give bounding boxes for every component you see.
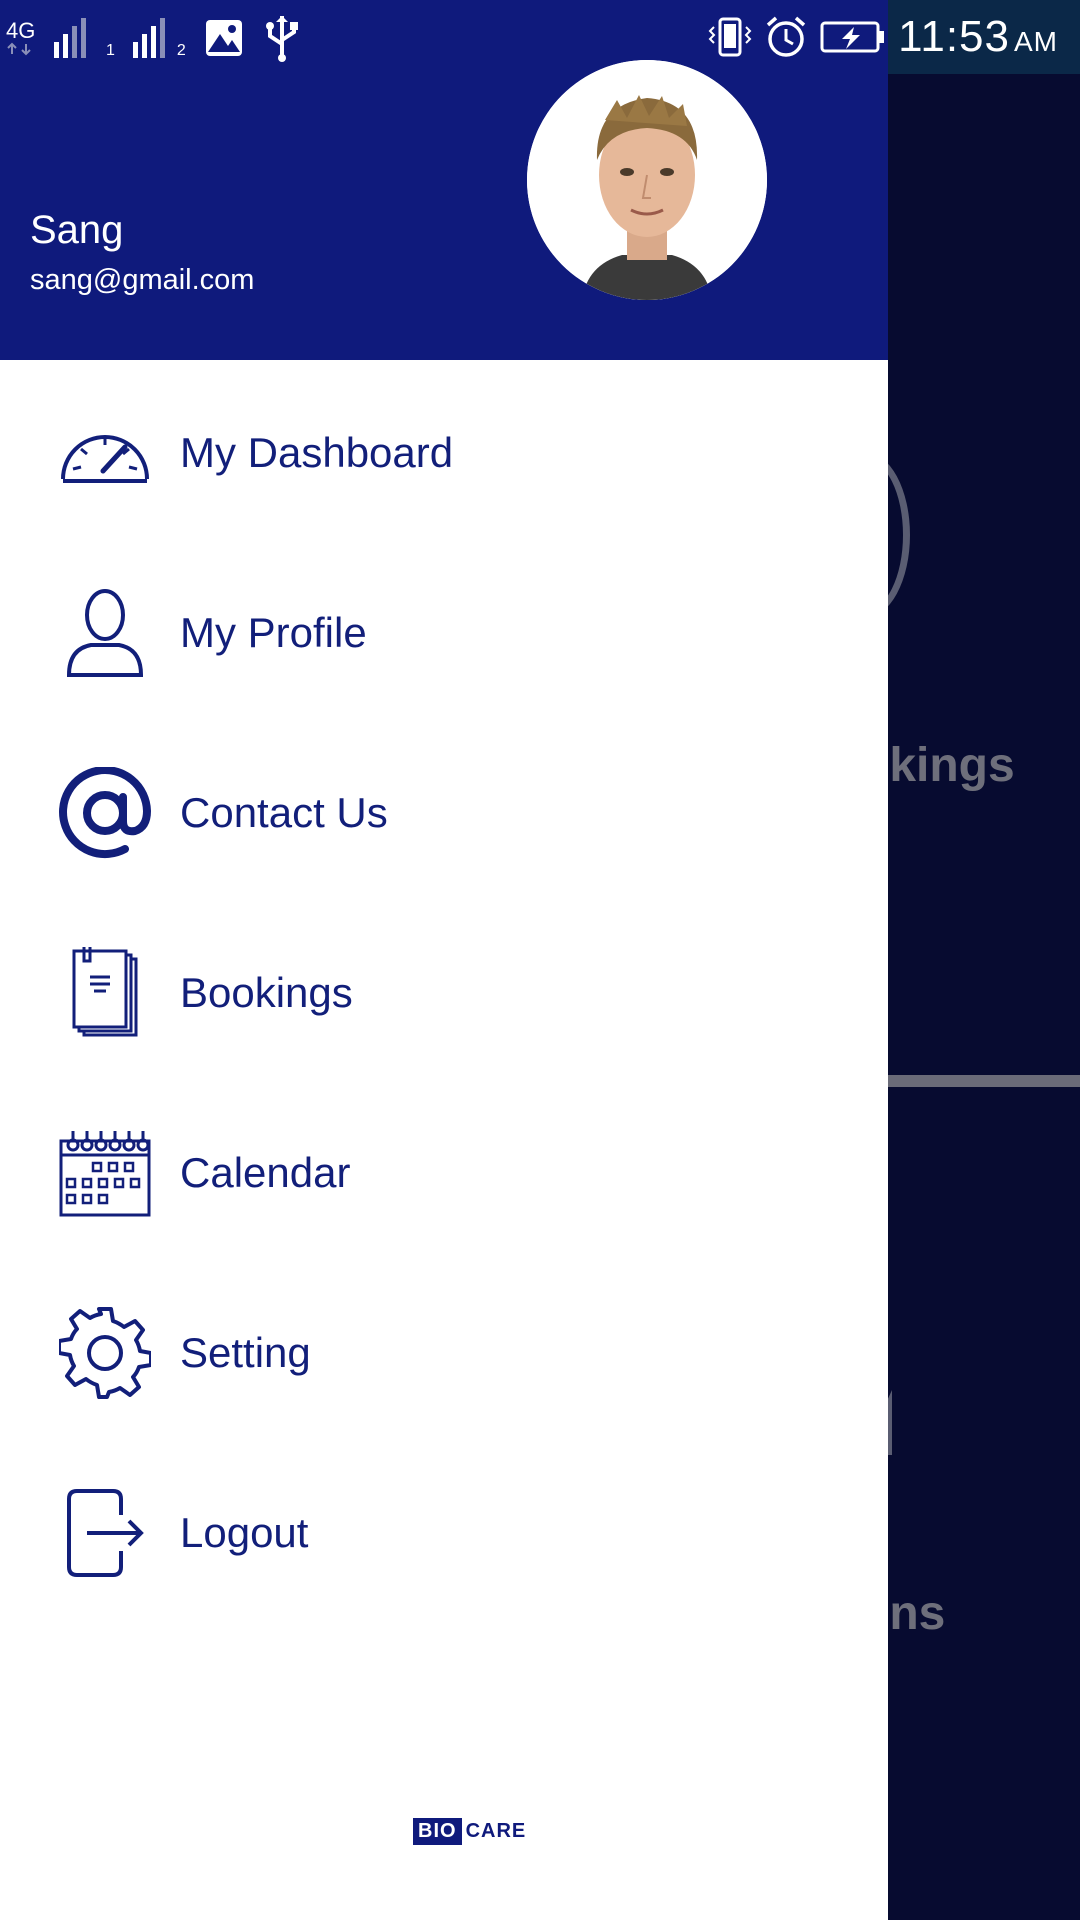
signal-sim2-icon: 2 <box>132 16 186 60</box>
menu-item-my-dashboard[interactable]: My Dashboard <box>0 378 888 528</box>
menu-label-calendar: Calendar <box>180 1149 351 1196</box>
battery-charging-icon <box>820 19 886 55</box>
avatar[interactable] <box>527 60 767 300</box>
navigation-drawer: Sang sang@gmail.com My Dashboard My Prof… <box>0 0 888 1920</box>
sim2-label: 2 <box>176 42 186 59</box>
at-sign-icon <box>58 766 152 860</box>
network-type-icon: 4G <box>6 20 36 56</box>
profile-user-icon <box>58 586 152 680</box>
menu-label-my-dashboard: My Dashboard <box>180 429 454 476</box>
dashboard-gauge-icon <box>58 406 152 500</box>
menu-label-my-profile: My Profile <box>180 609 367 656</box>
status-time-value: 11:53 <box>898 12 1010 61</box>
signal-sim1-icon: 1 <box>54 16 115 60</box>
alarm-icon <box>764 15 808 59</box>
menu-item-calendar[interactable]: Calendar <box>0 1098 888 1248</box>
menu-item-logout[interactable]: Logout <box>0 1458 888 1608</box>
background-divider <box>888 1075 1080 1087</box>
gear-icon <box>58 1306 152 1400</box>
user-name: Sang <box>30 208 124 252</box>
sim1-label: 1 <box>106 42 115 59</box>
user-email: sang@gmail.com <box>30 264 255 296</box>
menu-label-contact-us: Contact Us <box>180 789 388 836</box>
menu-item-setting[interactable]: Setting <box>0 1278 888 1428</box>
menu-label-bookings: Bookings <box>180 969 353 1016</box>
documents-icon <box>58 946 152 1040</box>
logo-part-bio: BIO <box>413 1818 462 1845</box>
menu-item-bookings[interactable]: Bookings <box>0 918 888 1068</box>
menu-label-logout: Logout <box>180 1509 309 1556</box>
network-type-label: 4G <box>6 18 36 43</box>
status-left-icons: 4G 1 2 <box>6 10 302 66</box>
status-time: 11:53 AM <box>898 12 1058 62</box>
menu-item-my-profile[interactable]: My Profile <box>0 558 888 708</box>
calendar-icon <box>58 1126 152 1220</box>
status-right-icons: 11:53 AM <box>708 0 1080 74</box>
biocare-logo: BIO CARE <box>413 1818 526 1845</box>
usb-icon <box>262 14 302 62</box>
image-notification-icon <box>204 18 244 58</box>
logout-icon <box>58 1486 152 1580</box>
avatar-photo <box>527 60 767 300</box>
logo-part-care: CARE <box>465 1820 527 1842</box>
status-bar: 4G 1 2 11:53 AM <box>0 0 1080 74</box>
menu-label-setting: Setting <box>180 1329 311 1376</box>
menu-item-contact-us[interactable]: Contact Us <box>0 738 888 888</box>
status-ampm: AM <box>1014 26 1058 57</box>
vibrate-icon <box>708 15 752 59</box>
